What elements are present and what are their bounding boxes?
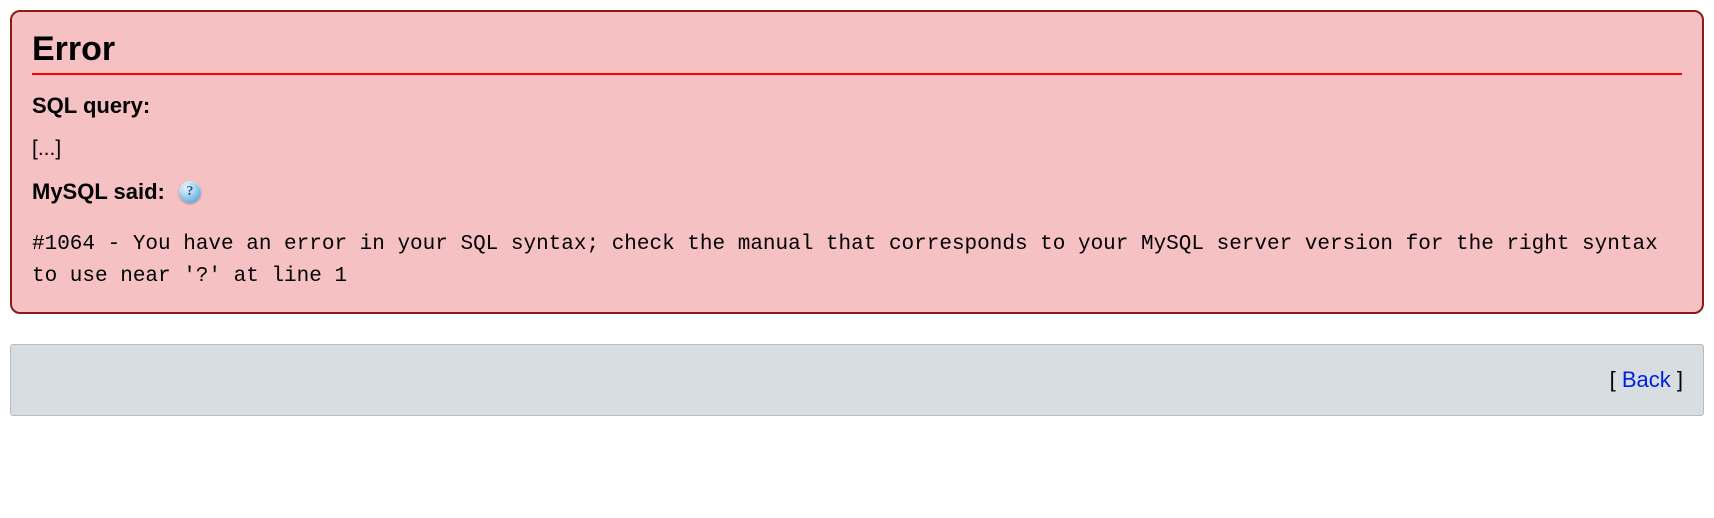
error-panel: Error SQL query: [...] MySQL said: ? #10… <box>10 10 1704 314</box>
sql-query-label: SQL query: <box>32 93 1682 119</box>
error-message: #1064 - You have an error in your SQL sy… <box>32 229 1682 292</box>
bracket-open: [ <box>1610 367 1622 392</box>
help-icon[interactable]: ? <box>179 181 201 203</box>
mysql-said-row: MySQL said: ? <box>32 179 1682 205</box>
bracket-close: ] <box>1671 367 1683 392</box>
sql-query-text: [...] <box>32 137 1682 161</box>
error-title: Error <box>32 30 1682 75</box>
mysql-said-label: MySQL said: <box>32 179 165 205</box>
back-link[interactable]: Back <box>1622 367 1671 392</box>
footer-panel: [ Back ] <box>10 344 1704 416</box>
